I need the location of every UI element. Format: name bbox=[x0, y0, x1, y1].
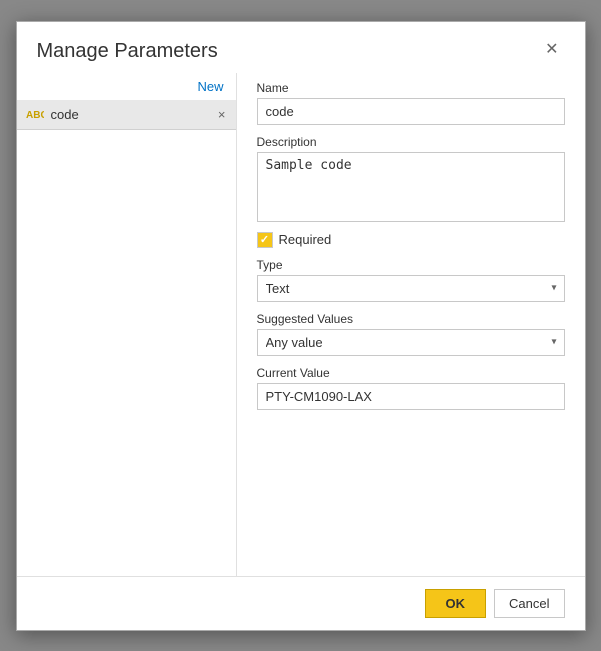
suggested-values-field-group: Suggested Values Any value List of value… bbox=[257, 312, 565, 356]
new-button[interactable]: New bbox=[193, 77, 227, 96]
current-value-input[interactable] bbox=[257, 383, 565, 410]
cancel-button[interactable]: Cancel bbox=[494, 589, 564, 618]
suggested-values-select[interactable]: Any value List of values Query based bbox=[257, 329, 565, 356]
name-input[interactable] bbox=[257, 98, 565, 125]
manage-parameters-dialog: Manage Parameters ✕ New ABC code × bbox=[16, 21, 586, 631]
param-item-label: code bbox=[51, 107, 216, 122]
dialog-footer: OK Cancel bbox=[17, 576, 585, 630]
dialog-title: Manage Parameters bbox=[37, 40, 218, 63]
required-checkbox[interactable] bbox=[257, 232, 273, 248]
description-textarea[interactable]: Sample code bbox=[257, 152, 565, 222]
close-button[interactable]: ✕ bbox=[539, 40, 564, 60]
description-field-group: Description Sample code bbox=[257, 135, 565, 222]
suggested-values-select-wrapper: Any value List of values Query based ▾ bbox=[257, 329, 565, 356]
new-btn-row: New bbox=[17, 73, 236, 100]
ok-button[interactable]: OK bbox=[425, 589, 487, 618]
required-row[interactable]: Required bbox=[257, 232, 565, 248]
param-list: ABC code × bbox=[17, 100, 236, 576]
left-panel: New ABC code × bbox=[17, 73, 237, 576]
type-select[interactable]: Text Number Date Decimal Number Duration bbox=[257, 275, 565, 302]
current-value-field-group: Current Value bbox=[257, 366, 565, 410]
type-label: Type bbox=[257, 258, 565, 272]
name-label: Name bbox=[257, 81, 565, 95]
param-type-icon: ABC bbox=[25, 106, 45, 123]
type-field-group: Type Text Number Date Decimal Number Dur… bbox=[257, 258, 565, 302]
dialog-header: Manage Parameters ✕ bbox=[17, 22, 585, 73]
required-label: Required bbox=[279, 232, 332, 247]
current-value-label: Current Value bbox=[257, 366, 565, 380]
type-select-wrapper: Text Number Date Decimal Number Duration… bbox=[257, 275, 565, 302]
param-item[interactable]: ABC code × bbox=[17, 100, 236, 130]
dialog-body: New ABC code × Name bbox=[17, 73, 585, 576]
svg-text:ABC: ABC bbox=[26, 110, 44, 120]
suggested-values-label: Suggested Values bbox=[257, 312, 565, 326]
param-item-close-button[interactable]: × bbox=[216, 107, 228, 122]
description-label: Description bbox=[257, 135, 565, 149]
right-panel: Name Description Sample code Required Ty… bbox=[237, 73, 585, 576]
name-field-group: Name bbox=[257, 81, 565, 125]
